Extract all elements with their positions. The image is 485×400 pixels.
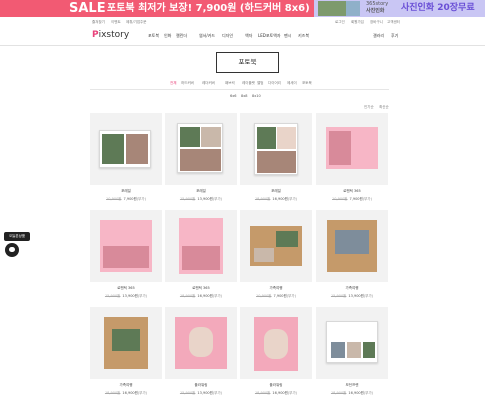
product-price: 15,900원 13,900원(부가) [179, 391, 223, 395]
product-price: 10,900원 7,900원(부가) [332, 197, 372, 201]
product-thumbnail[interactable] [90, 113, 162, 185]
product-thumbnail[interactable] [316, 307, 388, 379]
util-link-favorites[interactable]: 즐겨찾기 [92, 20, 105, 25]
banner-photo-thumb [318, 1, 346, 16]
tab-album[interactable]: 앨범 [257, 81, 263, 86]
product-price: 18,900원 16,900원(부가) [330, 391, 374, 395]
nav-item-led-frame[interactable]: LED포토액자 [258, 33, 281, 39]
tab-diary[interactable]: 다이어리 [268, 81, 281, 86]
nav-item-calendar[interactable]: 캘린더 [176, 33, 187, 39]
product-price: 18,900원 16,900원(부가) [104, 391, 148, 395]
product-name[interactable]: 로맨틱 365 [90, 286, 162, 291]
product-name[interactable]: 포레일 [90, 189, 162, 194]
sale-badge: SALE [69, 1, 106, 16]
product-thumbnail[interactable] [165, 307, 237, 379]
product-card[interactable]: 로맨틱 365 10,900원 7,900원(부가) [316, 113, 388, 211]
product-price: 18,900원 16,900원(부가) [179, 294, 223, 298]
nav-item-design[interactable]: 디자인 [222, 33, 233, 39]
util-link-signup[interactable]: 회원가입 [351, 20, 364, 25]
size-option-6x6[interactable]: 6x6 [230, 94, 237, 98]
product-price: 10,900원 7,900원(부가) [106, 197, 146, 201]
product-thumbnail[interactable] [316, 210, 388, 282]
product-name[interactable]: 로맨틱 365 [165, 286, 237, 291]
product-card[interactable]: 플라워링 18,900원 16,900원(부가) [240, 307, 312, 400]
product-name[interactable]: 플라워링 [165, 383, 237, 388]
tab-photobook[interactable]: 포토북 [302, 81, 312, 86]
util-link-cart[interactable]: 장바구니 [370, 20, 383, 25]
product-card[interactable]: 로맨틱 365 18,900원 16,900원(부가) [165, 210, 237, 308]
product-price: 15,900원 13,900원(부가) [179, 197, 223, 201]
util-link-event[interactable]: 이벤트 [111, 20, 121, 25]
product-thumbnail[interactable] [316, 113, 388, 185]
main-header: Pixstory 포토북 인화 캘린더 엽서/카드 디자인 액자 LED포토액자… [0, 28, 485, 45]
util-link-corporate[interactable]: 제휴/기업주문 [126, 20, 147, 25]
chat-bubble-icon [9, 247, 15, 252]
product-card[interactable]: 가족여행 18,900원 16,900원(부가) [90, 307, 162, 400]
product-card[interactable]: 포레일 18,900원 16,900원(부가) [240, 113, 312, 211]
product-thumbnail[interactable] [90, 210, 162, 282]
nav-item-gallery[interactable]: 갤러리 [373, 33, 384, 39]
nav-item-print[interactable]: 인화 [164, 33, 171, 39]
tab-essay[interactable]: 에세이 [287, 81, 297, 86]
photo-banner-text: 사진인화 20장무료 [401, 3, 475, 13]
product-price: 18,900원 16,900원(부가) [254, 391, 298, 395]
utility-bar: 즐겨찾기 이벤트 제휴/기업주문 로그인 회원가입 장바구니 고객센터 [0, 18, 485, 28]
nav-item-postcard[interactable]: 엽서/카드 [199, 33, 215, 39]
product-price: 18,900원 16,900원(부가) [254, 197, 298, 201]
product-thumbnail[interactable] [240, 210, 312, 282]
product-thumbnail[interactable] [165, 113, 237, 185]
product-name[interactable]: 로맨틱 365 [316, 189, 388, 194]
product-price: 10,900원 7,900원(부가) [256, 294, 296, 298]
product-name[interactable]: 가족여행 [240, 286, 312, 291]
tab-layflat[interactable]: 레이플랫 [242, 81, 255, 86]
util-link-login[interactable]: 로그인 [335, 20, 345, 25]
nav-item-review[interactable]: 후기 [391, 33, 398, 39]
product-card[interactable]: 포레일 10,900원 7,900원(부가) [90, 113, 162, 211]
product-card[interactable]: 로맨틱 365 15,900원 13,900원(부가) [90, 210, 162, 308]
banner-brand-sub: 사진인화 [366, 8, 385, 14]
nav-item-kidsbook[interactable]: 키즈북 [298, 33, 309, 39]
chat-button[interactable] [5, 243, 19, 257]
product-name[interactable]: 플라워링 [240, 383, 312, 388]
product-thumbnail[interactable] [240, 113, 312, 185]
tab-hardcover[interactable]: 하드커버 [181, 81, 194, 86]
product-name[interactable]: 가족여행 [90, 383, 162, 388]
product-thumbnail[interactable] [240, 307, 312, 379]
tab-all[interactable]: 전체 [170, 81, 176, 86]
product-price: 15,900원 13,900원(부가) [104, 294, 148, 298]
size-option-8x10[interactable]: 8x10 [252, 94, 261, 98]
sale-banner[interactable]: SALE 포토북 최저가 보장! 7,900원 (하드커버 8x6) [0, 0, 314, 17]
nav-item-fancy[interactable]: 팬시 [284, 33, 291, 39]
product-thumbnail[interactable] [165, 210, 237, 282]
sort-newest[interactable]: 최신순 [379, 105, 389, 110]
product-card[interactable]: 포레일 15,900원 13,900원(부가) [165, 113, 237, 211]
banner-brand: 365story [366, 1, 389, 7]
nav-item-frame[interactable]: 액자 [245, 33, 252, 39]
product-name[interactable]: 모던프렌 [316, 383, 388, 388]
product-card[interactable]: 플라워링 15,900원 13,900원(부가) [165, 307, 237, 400]
sale-banner-text: 포토북 최저가 보장! 7,900원 (하드커버 8x6) [107, 3, 310, 14]
product-card[interactable]: 가족여행 10,900원 7,900원(부가) [240, 210, 312, 308]
site-logo[interactable]: Pixstory [92, 30, 129, 40]
nav-item-photobook[interactable]: 포토북 [148, 33, 159, 39]
page-title: 포토북 [216, 52, 279, 73]
header-divider [0, 45, 485, 46]
recently-viewed-button[interactable]: 오늘본상품 [4, 232, 30, 241]
tabs-divider [90, 89, 389, 90]
banner-photo-thumb-2 [346, 1, 360, 16]
product-thumbnail[interactable] [90, 307, 162, 379]
product-name[interactable]: 포레일 [165, 189, 237, 194]
tab-fabric[interactable]: 패브릭 [225, 81, 235, 86]
size-option-8x8[interactable]: 8x8 [241, 94, 248, 98]
product-card[interactable]: 모던프렌 18,900원 16,900원(부가) [316, 307, 388, 400]
product-name[interactable]: 가족여행 [316, 286, 388, 291]
product-price: 15,900원 13,900원(부가) [330, 294, 374, 298]
sort-popular[interactable]: 인기순 [364, 105, 374, 110]
product-name[interactable]: 포레일 [240, 189, 312, 194]
util-link-support[interactable]: 고객센터 [387, 20, 400, 25]
product-card[interactable]: 가족여행 15,900원 13,900원(부가) [316, 210, 388, 308]
photo-print-banner[interactable]: 365story 사진인화 사진인화 20장무료 [314, 0, 485, 17]
tab-leathercover[interactable]: 레더커버 [202, 81, 215, 86]
